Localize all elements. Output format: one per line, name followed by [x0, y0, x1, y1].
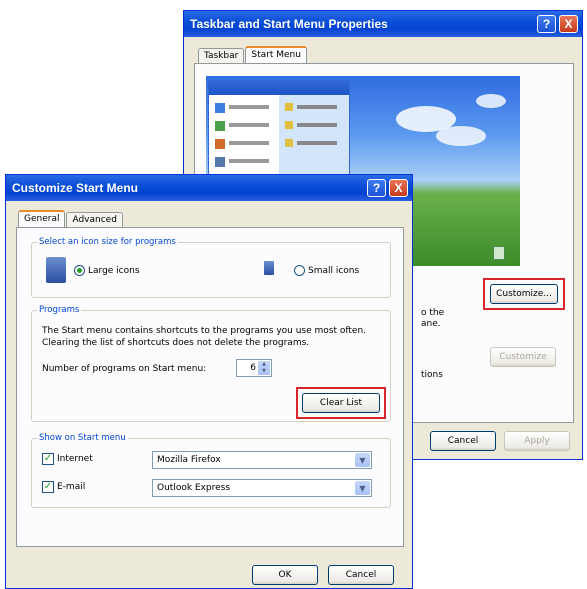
internet-browser-select[interactable]: Mozilla Firefox ▼	[152, 451, 372, 469]
email-client-select[interactable]: Outlook Express ▼	[152, 479, 372, 497]
radio-label: Small icons	[308, 265, 360, 276]
large-icons-radio[interactable]: Large icons	[74, 265, 140, 276]
check-icon[interactable]: ✓	[42, 453, 54, 465]
group-label: Select an icon size for programs	[37, 237, 178, 247]
small-icons-icon	[264, 261, 274, 275]
window-title: Customize Start Menu	[12, 181, 139, 195]
small-icons-radio[interactable]: Small icons	[294, 265, 359, 276]
email-checkbox[interactable]: ✓ E-mail	[42, 481, 85, 493]
tab-taskbar[interactable]: Taskbar	[198, 48, 245, 63]
window-title: Taskbar and Start Menu Properties	[190, 17, 388, 31]
close-button[interactable]: X	[389, 179, 408, 197]
partial-text: o the ane.	[421, 308, 445, 329]
cloud-shape	[476, 94, 506, 108]
internet-checkbox[interactable]: ✓ Internet	[42, 453, 93, 465]
radio-button[interactable]	[294, 265, 305, 276]
icon-size-group: Select an icon size for programs Large i…	[31, 237, 391, 298]
program-count-spinner[interactable]: 6 ▲ ▼	[236, 359, 272, 377]
close-icon: X	[564, 17, 573, 31]
radio-button[interactable]	[74, 265, 85, 276]
large-icons-icon	[46, 257, 66, 283]
tab-start-menu[interactable]: Start Menu	[245, 46, 307, 64]
spin-down-icon[interactable]: ▼	[258, 368, 270, 375]
customize-button-disabled[interactable]: Customize	[490, 347, 556, 367]
count-label: Number of programs on Start menu:	[42, 364, 207, 374]
partial-text: tions	[421, 370, 443, 380]
titlebar[interactable]: Customize Start Menu ? X	[6, 175, 412, 201]
programs-description: The Start menu contains shortcuts to the…	[42, 326, 367, 348]
checkbox-label: E-mail	[57, 482, 86, 492]
cancel-button[interactable]: Cancel	[328, 565, 394, 585]
tab-advanced[interactable]: Advanced	[66, 212, 123, 227]
help-icon: ?	[542, 17, 551, 31]
checkbox-label: Internet	[57, 454, 93, 464]
recycle-bin-icon	[493, 246, 505, 260]
ok-button[interactable]: OK	[252, 565, 318, 585]
cancel-button[interactable]: Cancel	[430, 431, 496, 451]
programs-group: Programs The Start menu contains shortcu…	[31, 305, 391, 422]
cloud-shape	[436, 126, 486, 146]
chevron-down-icon[interactable]: ▼	[355, 481, 370, 495]
group-label: Show on Start menu	[37, 433, 128, 443]
close-icon: X	[394, 181, 403, 195]
select-value: Mozilla Firefox	[157, 455, 221, 465]
chevron-down-icon[interactable]: ▼	[355, 453, 370, 467]
check-icon[interactable]: ✓	[42, 481, 54, 493]
spin-buttons[interactable]: ▲ ▼	[258, 361, 270, 375]
select-value: Outlook Express	[157, 483, 231, 493]
help-button[interactable]: ?	[367, 179, 386, 197]
tab-panel: Select an icon size for programs Large i…	[16, 227, 404, 547]
apply-button[interactable]: Apply	[504, 431, 570, 451]
tab-general[interactable]: General	[18, 210, 66, 228]
titlebar[interactable]: Taskbar and Start Menu Properties ? X	[184, 11, 582, 37]
spin-up-icon[interactable]: ▲	[258, 361, 270, 368]
show-on-start-menu-group: Show on Start menu ✓ Internet Mozilla Fi…	[31, 433, 391, 508]
highlight-box	[483, 278, 565, 310]
help-button[interactable]: ?	[537, 15, 556, 33]
radio-label: Large icons	[88, 265, 140, 276]
close-button[interactable]: X	[559, 15, 578, 33]
help-icon: ?	[372, 181, 381, 195]
count-value: 6	[250, 363, 256, 373]
tab-strip: Taskbar Start Menu	[198, 45, 308, 64]
group-label: Programs	[37, 305, 82, 315]
highlight-box	[296, 387, 386, 419]
customize-start-menu-window: Customize Start Menu ? X General Advance…	[5, 174, 413, 589]
tab-strip: General Advanced	[18, 209, 124, 228]
